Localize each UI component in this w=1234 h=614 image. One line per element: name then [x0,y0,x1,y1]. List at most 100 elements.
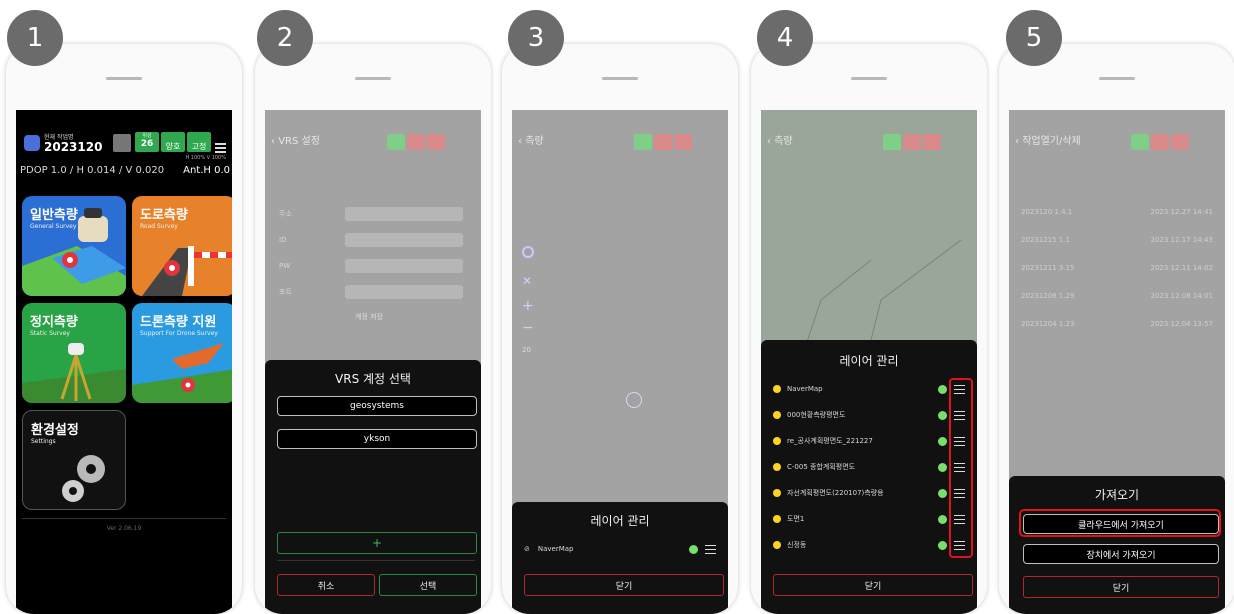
form-row-id: ID [279,232,467,248]
job-name: 20231211 3.15 [1021,264,1075,272]
layer-row[interactable]: C-005 종합계획평면도 [761,456,977,478]
phone-notch [355,77,391,80]
bulb-icon[interactable] [773,411,781,419]
layer-sheet: 레이어 관리 NaverMap 000현황측량평면도 re_공사계획평면도_22… [761,340,977,614]
layer-name: 도면1 [787,515,805,523]
layer-settings-icon[interactable] [689,544,698,554]
port-field[interactable] [345,285,463,299]
fullscreen-icon[interactable]: ✕ [522,274,532,288]
layer-settings-icon[interactable] [938,436,947,446]
bulb-icon[interactable] [773,437,781,445]
layer-row[interactable]: 신정동 [761,534,977,556]
layer-settings-icon[interactable] [938,384,947,394]
job-name: 2023120 1.4.1 [1021,208,1073,216]
tile-general-survey[interactable]: 일반측량 General Survey [22,196,126,296]
sheet-title: 가져오기 [1094,488,1140,502]
satellite-count: 26 [140,139,154,149]
account-option-geosystems[interactable]: geosystems [277,396,477,416]
import-from-device-button[interactable]: 장치에서 가져오기 [1023,544,1219,564]
form-label: 포트 [279,288,292,296]
step-badge-3: 3 [508,10,564,66]
layer-name: re_공사계획평면도_221227 [787,437,873,445]
job-name: 20231204 1.23 [1021,320,1075,328]
tripod-icon [22,343,126,403]
locate-icon[interactable] [522,246,534,258]
password-field[interactable] [345,259,463,273]
save-account-button[interactable]: 계정 저장 [355,312,383,322]
version-label: Ver 2.06.19 [106,525,142,532]
work-id[interactable]: 2023120 [44,140,102,154]
status-chip-label: 양호 [165,142,181,151]
select-button[interactable]: 선택 [379,574,477,596]
zoom-level: 20 [522,346,531,354]
zoom-in-icon[interactable]: + [522,298,534,314]
status-chips [385,134,445,154]
layer-row[interactable]: 000현황측량평면도 [761,404,977,426]
step-badge-1: 1 [7,10,63,66]
job-row[interactable]: 20231208 1.29 2023 12.08 14:01 [1021,292,1213,300]
import-sheet: 가져오기 클라우드에서 가져오기 장치에서 가져오기 닫기 [1009,476,1225,614]
layer-sheet: 레이어 관리 ⊘ NaverMap 닫기 [512,502,728,614]
sheet-title: 레이어 관리 [839,354,899,368]
job-row[interactable]: 20231204 1.23 2023 12.04 13:57 [1021,320,1213,328]
layer-settings-icon[interactable] [938,462,947,472]
id-field[interactable] [345,233,463,247]
tile-settings[interactable]: 환경설정 Settings [22,410,126,510]
tile-drone-support[interactable]: 드론측량 지원 Support For Drone Survey [132,303,232,403]
antenna-height: Ant.H 0.0 [183,165,230,176]
layer-settings-icon[interactable] [938,514,947,524]
bulb-icon[interactable] [773,463,781,471]
screen-title: VRS 설정 [278,136,320,147]
add-account-button[interactable]: + [277,532,477,554]
tile-road-survey[interactable]: 도로측량 Road Survey [132,196,232,296]
step-badge-5: 5 [1006,10,1062,66]
map-screen: ‹ 측량 ✕ + − 20 레이어 관리 ⊘ NaverMap 닫기 [512,110,728,614]
phone-3: ‹ 측량 ✕ + − 20 레이어 관리 ⊘ NaverMap 닫기 [502,44,738,614]
layer-name: 000현황측량평면도 [787,411,846,419]
phone-2: ‹ VRS 설정 주소 ID PW 포트 계정 저장 VRS 계정 선택 geo… [255,44,491,614]
address-field[interactable] [345,207,463,221]
menu-icon[interactable] [215,137,226,156]
job-row[interactable]: 20231215 1.1 2023 12.17 14:43 [1021,236,1213,244]
fix-chip-label: 고정 [191,142,207,151]
drag-handle-icon[interactable] [705,544,716,554]
cancel-button[interactable]: 취소 [277,574,375,596]
screen-title: 측량 [774,136,793,147]
form-row-pw: PW [279,258,467,274]
phone-1: 현재 작업명 2023120 위성 26 양호 고정 H 100% V 100%… [6,44,242,614]
form-row-address: 주소 [279,206,467,222]
layer-row[interactable]: 자선계획평면도(220107)측량용 [761,482,977,504]
accuracy-line: H 100% V 100% [185,155,226,161]
receiver-icon[interactable] [113,134,131,152]
tile-static-survey[interactable]: 정지측량 Static Survey [22,303,126,403]
bulb-icon[interactable] [773,385,781,393]
bulb-icon[interactable] [773,541,781,549]
layer-settings-icon[interactable] [938,540,947,550]
bulb-icon[interactable] [773,515,781,523]
satellite-chip-label: 위성 [142,133,152,139]
form-row-port: 포트 [279,284,467,300]
gnss-map-icon [22,208,126,296]
satellite-chip[interactable]: 위성 26 [135,132,159,152]
drone-icon [132,343,232,403]
job-row[interactable]: 2023120 1.4.1 2023 12.27 14:41 [1021,208,1213,216]
job-row[interactable]: 20231211 3.15 2023 12.11 14:02 [1021,264,1213,272]
layer-row[interactable]: 도면1 [761,508,977,530]
layer-row[interactable]: ⊘ NaverMap [512,538,728,560]
bulb-icon[interactable] [773,489,781,497]
fix-chip[interactable]: 고정 [187,132,211,152]
close-button[interactable]: 닫기 [524,574,724,596]
phone-5: ‹ 작업열기/삭제 2023120 1.4.1 2023 12.27 14:41 … [999,44,1234,614]
dop-readout: PDOP 1.0 / H 0.014 / V 0.020 Ant.H 0.0 [20,165,230,176]
close-button[interactable]: 닫기 [1023,576,1219,598]
layer-row[interactable]: NaverMap [761,378,977,400]
zoom-out-icon[interactable]: − [522,320,534,336]
layer-settings-icon[interactable] [938,488,947,498]
status-chips [632,134,692,154]
account-option-ykson[interactable]: ykson [277,429,477,449]
job-date: 2023 12.17 14:43 [1150,236,1213,244]
status-chip[interactable]: 양호 [161,132,185,152]
close-button[interactable]: 닫기 [773,574,973,596]
layer-row[interactable]: re_공사계획평면도_221227 [761,430,977,452]
layer-settings-icon[interactable] [938,410,947,420]
